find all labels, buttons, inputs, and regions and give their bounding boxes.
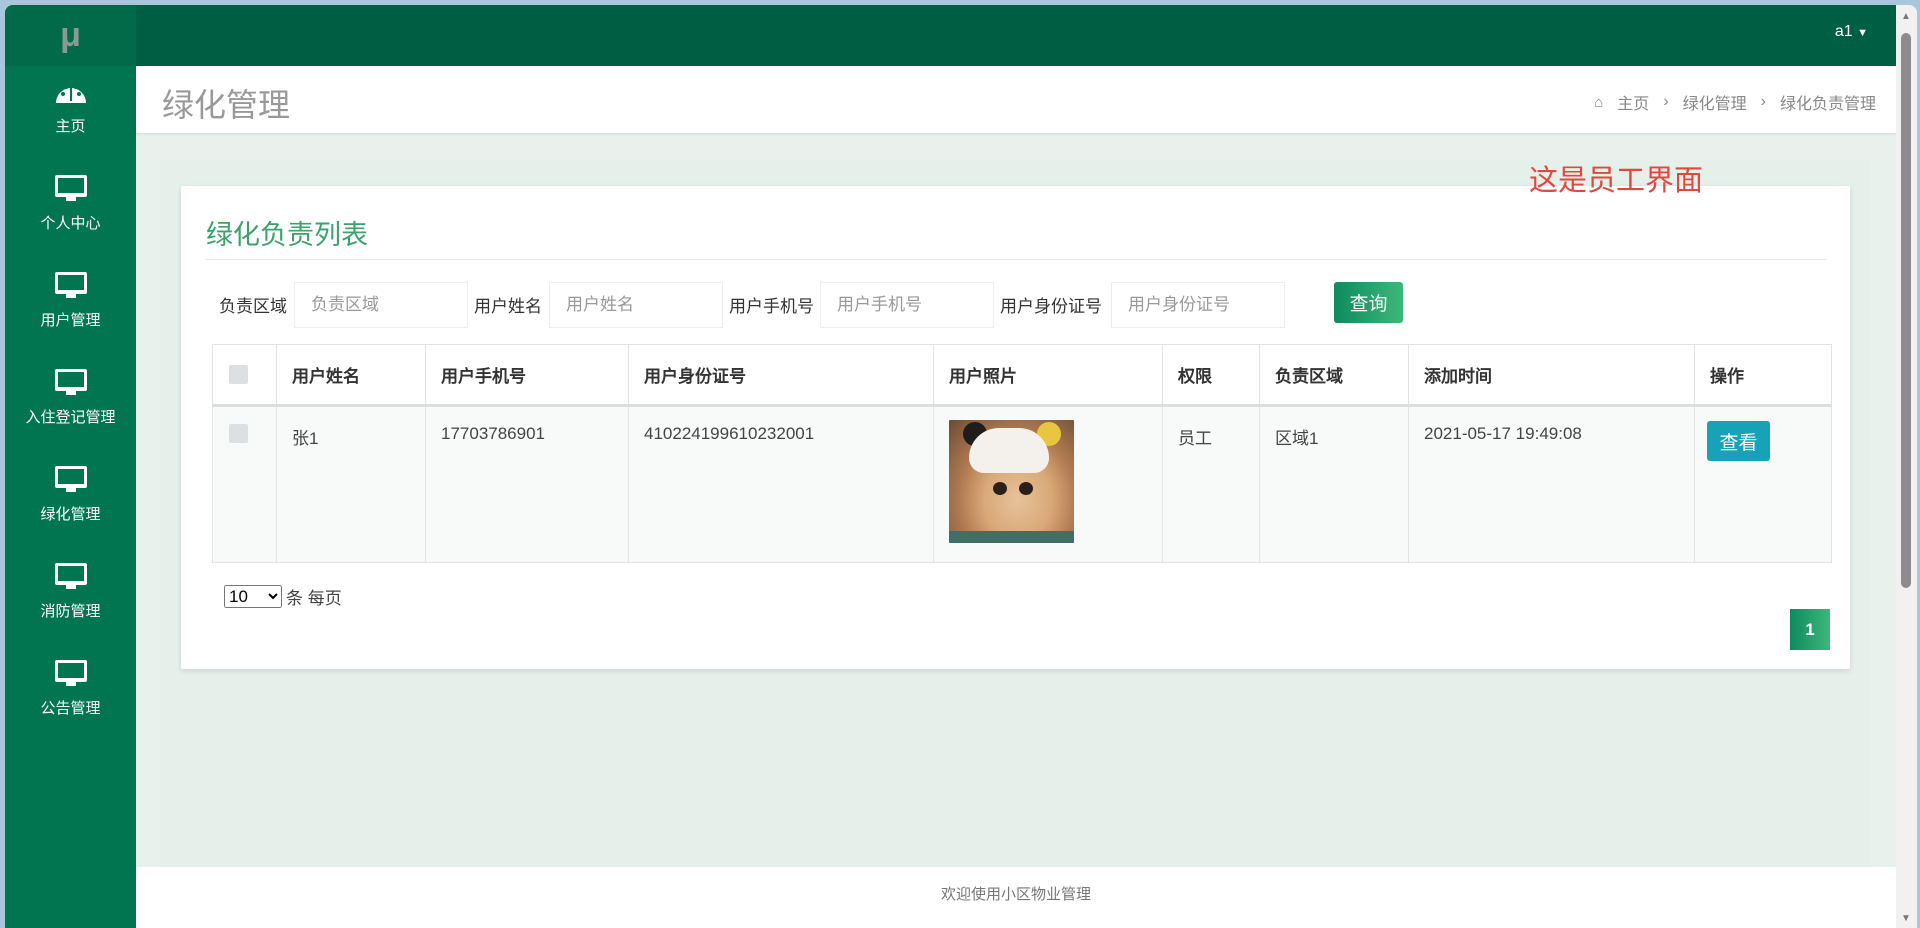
phone-cell: 17703786901 [425,405,629,563]
column-header[interactable]: 用户身份证号 [628,344,934,407]
phone-input[interactable] [820,282,994,328]
sidebar-item-label: 用户管理 [40,312,101,329]
monitor-icon [54,563,87,589]
sidebar-item-label: 主页 [55,118,86,135]
logo: μ [5,5,136,66]
added-time-cell: 2021-05-17 19:49:08 [1408,405,1695,563]
photo-cell [933,405,1163,563]
select-cell [212,405,277,563]
chevron-right-icon: › [1760,93,1766,110]
sidebar-item-label: 个人中心 [40,215,101,232]
monitor-icon [54,272,87,298]
scroll-down-icon[interactable]: ▼ [1901,913,1911,924]
sidebar-item-users[interactable]: 用户管理 [5,271,136,361]
chevron-right-icon: › [1663,93,1669,110]
sidebar-item-checkin[interactable]: 入住登记管理 [5,368,136,458]
id-number-label: 用户身份证号 [1000,297,1102,316]
scrollbar[interactable]: ▲ ▼ [1896,5,1917,928]
card-title: 绿化负责列表 [206,220,368,250]
page-title: 绿化管理 [162,87,291,123]
permission-cell: 员工 [1162,405,1260,563]
sidebar-item-label: 绿化管理 [40,506,101,523]
action-cell: 查看 [1694,405,1832,563]
sidebar-item-label: 消防管理 [40,603,101,620]
photo-detail [993,482,1007,495]
phone-label: 用户手机号 [729,297,814,316]
name-cell: 张1 [276,405,426,563]
per-page-label: 条 每页 [286,589,342,608]
id-number-input[interactable] [1111,282,1285,328]
user-menu[interactable]: a1 ▼ [1835,23,1868,41]
column-header[interactable]: 添加时间 [1408,344,1695,407]
id-number-cell: 410224199610232001 [628,405,934,563]
sidebar-item-fire[interactable]: 消防管理 [5,562,136,652]
sidebar: μ 主页 个人中心 用户管理 入住登记管理 绿化管理 消防管理 公告管理 [5,5,136,928]
app-window: μ 主页 个人中心 用户管理 入住登记管理 绿化管理 消防管理 公告管理 a1 … [5,5,1917,928]
name-input[interactable] [549,282,723,328]
scroll-up-icon[interactable]: ▲ [1901,11,1911,22]
top-bar: a1 ▼ [136,5,1896,66]
sidebar-item-greening[interactable]: 绿化管理 [5,465,136,555]
footer: 欢迎使用小区物业管理 [136,867,1896,928]
column-header[interactable]: 用户姓名 [276,344,426,407]
employee-notice: 这是员工界面 [1529,165,1704,197]
scrollbar-thumb[interactable] [1901,33,1911,588]
sidebar-item-home[interactable]: 主页 [5,77,136,167]
data-table: 用户姓名 用户手机号 用户身份证号 用户照片 权限 负责区域 添加时间 操作 张… [212,344,1832,563]
row-checkbox[interactable] [229,424,248,443]
list-card: 绿化负责列表 负责区域 用户姓名 用户手机号 用户身份证号 查询 用户姓名 用户… [181,186,1850,669]
user-photo[interactable] [949,420,1074,543]
area-input[interactable] [294,282,468,328]
caret-down-icon: ▼ [1857,27,1868,39]
area-cell: 区域1 [1259,405,1409,563]
per-page-select[interactable]: 10 [224,585,282,608]
page-header: 绿化管理 ⌂ 主页 › 绿化管理 › 绿化负责管理 [136,66,1896,133]
column-header[interactable]: 权限 [1162,344,1260,407]
monitor-icon [54,175,87,201]
column-header: 操作 [1694,344,1832,407]
page-button-current[interactable]: 1 [1790,609,1830,650]
name-label: 用户姓名 [474,297,542,316]
sidebar-item-label: 公告管理 [40,700,101,717]
table-header-row: 用户姓名 用户手机号 用户身份证号 用户照片 权限 负责区域 添加时间 操作 [212,344,1832,407]
column-header[interactable]: 用户手机号 [425,344,629,407]
home-icon: ⌂ [1594,93,1604,111]
breadcrumb: ⌂ 主页 › 绿化管理 › 绿化负责管理 [1594,90,1876,114]
breadcrumb-current: 绿化负责管理 [1779,96,1876,113]
monitor-icon [54,369,87,395]
photo-detail [949,531,1074,543]
sidebar-item-notice[interactable]: 公告管理 [5,659,136,749]
sidebar-item-profile[interactable]: 个人中心 [5,174,136,264]
view-button[interactable]: 查看 [1707,421,1770,461]
area-label: 负责区域 [219,297,287,316]
select-all-checkbox[interactable] [229,365,248,384]
select-all-cell [212,344,277,407]
photo-detail [1019,482,1033,495]
dashboard-icon [55,85,86,103]
per-page-control: 10 条 每页 [224,584,342,609]
sidebar-item-label: 入住登记管理 [25,409,116,426]
column-header[interactable]: 用户照片 [933,344,1163,407]
breadcrumb-home[interactable]: 主页 [1617,90,1649,114]
user-name: a1 [1834,23,1853,40]
query-button[interactable]: 查询 [1334,282,1403,323]
divider [206,259,1826,260]
monitor-icon [54,466,87,492]
photo-detail [969,428,1049,473]
column-header[interactable]: 负责区域 [1259,344,1409,407]
breadcrumb-greening[interactable]: 绿化管理 [1683,90,1747,114]
table-row: 张1 17703786901 410224199610232001 员工 区域1… [212,405,1832,563]
monitor-icon [54,660,87,686]
